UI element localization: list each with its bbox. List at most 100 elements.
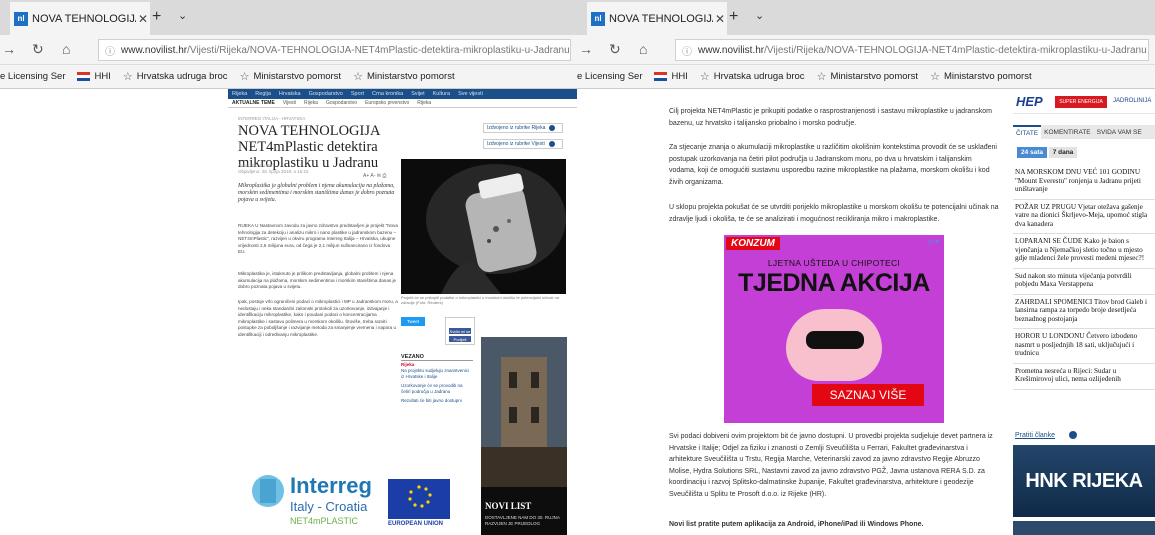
- bookmark-licensing[interactable]: e Licensing Ser: [577, 71, 642, 82]
- like-button[interactable]: Sviđa mi se: [449, 328, 471, 334]
- popular-item[interactable]: LOPARANI SE ČUDE Kako je baion s vjenčan…: [1013, 234, 1155, 269]
- home-icon[interactable]: ⌂: [62, 41, 70, 57]
- bookmark-hhi[interactable]: HHI: [654, 71, 688, 82]
- nav-item[interactable]: Sve vijesti: [458, 91, 483, 97]
- nav-item[interactable]: Hrvatska: [279, 91, 301, 97]
- nav-item[interactable]: Sport: [351, 91, 364, 97]
- konzum-advertisement[interactable]: KONZUM ▷✕ LJETNA UŠTEDA U CHIPOTECI TJED…: [724, 235, 944, 423]
- promo-desc: DOSTAVLJENE NAM DO 30. RUJNA RAZVIJEN JE…: [485, 515, 560, 526]
- tab-komentirate[interactable]: KOMENTIRATE: [1041, 125, 1093, 139]
- close-tab-icon[interactable]: ✕: [713, 12, 727, 26]
- close-tab-icon[interactable]: ✕: [136, 12, 150, 26]
- ad-subtitle: LJETNA UŠTEDA U CHIPOTECI: [767, 258, 901, 268]
- related-link[interactable]: Rezultati će biti javno dostupni: [401, 398, 473, 404]
- related-link[interactable]: Na projektu sudjeluju znanstvenici iz Hr…: [401, 368, 473, 380]
- ad-cta-button[interactable]: SAZNAJ VIŠE: [812, 384, 924, 406]
- novilist-favicon-icon: nl: [591, 11, 605, 26]
- browser-tab[interactable]: nl NOVA TEHNOLOGIJA N ✕: [10, 2, 150, 35]
- info-icon[interactable]: ⓘ: [105, 43, 115, 58]
- follow-articles-link[interactable]: Pratiti članke: [1015, 431, 1078, 439]
- star-icon: ☆: [122, 71, 133, 83]
- address-bar: → ↻ ⌂ ⓘ www.novilist.hr/Vijesti/Rijeka/N…: [0, 35, 577, 65]
- article-page-zoomed-in: Cilj projekta NET4mPlastic je prikupiti …: [577, 89, 1155, 535]
- article-meta: Autor: NOVI LIST Objavljeno: 28. lipnja …: [238, 163, 309, 175]
- popular-item[interactable]: NA MORSKOM DNU VEĆ 101 GODINU "Mount Eve…: [1013, 165, 1155, 200]
- bookmark-hhi[interactable]: HHI: [77, 71, 111, 82]
- topic-link[interactable]: Rijeka: [417, 100, 431, 106]
- featured-rijeka-link[interactable]: Izdvojeno iz rubrike Rijeka: [483, 123, 563, 133]
- jadrolinija-logo: JADROLINIJA: [1113, 98, 1152, 104]
- nav-item[interactable]: Regija: [255, 91, 271, 97]
- star-icon: ☆: [353, 71, 363, 83]
- popular-item[interactable]: ZAHRDALI SPOMENICI Titov brod Galeb i la…: [1013, 295, 1155, 329]
- bookmark-ministarstvo-1[interactable]: ☆ Ministarstvo pomorst: [817, 70, 919, 83]
- info-icon[interactable]: ⓘ: [682, 43, 692, 58]
- ad-brand-logo: KONZUM: [726, 237, 780, 250]
- tab-citate[interactable]: ČITATE: [1013, 125, 1042, 139]
- photo-caption: Projekt će se prikupiti podatke o mikrop…: [401, 295, 560, 305]
- filter-7-dana[interactable]: 7 dana: [1049, 147, 1077, 158]
- font-and-share-tools[interactable]: A+ A- ✉ ⎙: [363, 173, 386, 179]
- filter-24-sata[interactable]: 24 sata: [1017, 147, 1047, 158]
- chevron-down-icon[interactable]: ⌄: [178, 9, 187, 22]
- tab-title: NOVA TEHNOLOGIJA N: [32, 12, 136, 25]
- new-tab-icon[interactable]: +: [729, 8, 738, 26]
- popular-item[interactable]: Prometna nesreća u Rijeci: Sudar u Kreši…: [1013, 364, 1155, 390]
- article-paragraph: Za stjecanje znanja o akumulaciji mikrop…: [669, 144, 997, 186]
- browser-tab[interactable]: nl NOVA TEHNOLOGIJA N ✕: [587, 2, 727, 35]
- bookmark-ministarstvo-2[interactable]: ☆ Ministarstvo pomorst: [353, 70, 455, 83]
- adchoices-icon[interactable]: ▷✕: [929, 238, 940, 246]
- chevron-down-icon[interactable]: ⌄: [755, 9, 764, 22]
- url-input[interactable]: ⓘ www.novilist.hr/Vijesti/Rijeka/NOVA-TE…: [98, 39, 571, 61]
- popular-item[interactable]: Sud nakon sto minuta vijećanja potvrdili…: [1013, 269, 1155, 295]
- tweet-button[interactable]: Tweet: [401, 317, 425, 326]
- forward-icon[interactable]: →: [579, 41, 593, 57]
- nav-item[interactable]: Crna kronika: [372, 91, 403, 97]
- article-paragraph: RIJEKA U Nastavnom zavodu za javno zdrav…: [238, 223, 398, 254]
- hnk-rijeka-banner[interactable]: HNK RIJEKA: [1013, 445, 1155, 517]
- popular-item[interactable]: HOROR U LONDONU Četvero izbodeno nasmrt …: [1013, 329, 1155, 364]
- share-button[interactable]: Podijeli: [449, 336, 471, 342]
- bookmark-licensing[interactable]: e Licensing Ser: [0, 71, 65, 82]
- sunglasses-icon: [806, 331, 864, 349]
- page-viewport: Cilj projekta NET4mPlastic je prikupiti …: [577, 89, 1155, 535]
- tab-title: NOVA TEHNOLOGIJA N: [609, 12, 713, 25]
- nav-item[interactable]: Svijet: [411, 91, 424, 97]
- refresh-icon[interactable]: ↻: [609, 41, 621, 58]
- bookmark-hrvatska-udruga[interactable]: ☆ Hrvatska udruga broc: [700, 70, 805, 83]
- vial-illustration: [401, 159, 566, 294]
- article-paragraph: Ipak, postoje vrlo ograničeni podaci o m…: [238, 299, 398, 337]
- refresh-icon[interactable]: ↻: [32, 41, 44, 58]
- home-icon[interactable]: ⌂: [639, 41, 647, 57]
- forward-icon[interactable]: →: [2, 41, 16, 57]
- popular-item[interactable]: POŽAR UZ PRUGU Vjetar otežava gašenje va…: [1013, 200, 1155, 234]
- hep-banner[interactable]: HEP SUPER ENERGIJA JADROLINIJA: [1013, 91, 1155, 114]
- nav-item[interactable]: Kultura: [433, 91, 450, 97]
- new-tab-icon[interactable]: +: [152, 8, 161, 26]
- tab-svida-vam-se[interactable]: SVIDA VAM SE: [1094, 125, 1145, 139]
- bookmark-hrvatska-udruga[interactable]: ☆ Hrvatska udruga broc: [123, 70, 228, 83]
- nav-item[interactable]: Rijeka: [232, 91, 247, 97]
- related-link[interactable]: Uzorkovanje će se provoditi na četiri po…: [401, 383, 473, 395]
- topic-link[interactable]: Europsko prvenstvo: [365, 100, 409, 106]
- star-icon: ☆: [699, 71, 710, 83]
- article-lead: Mikroplastika je globalni problem i njen…: [238, 183, 395, 203]
- bookmark-ministarstvo-1[interactable]: ☆ Ministarstvo pomorst: [240, 70, 342, 83]
- nav-item[interactable]: Gospodarstvo: [309, 91, 343, 97]
- favorites-bar: e Licensing Ser HHI ☆ Hrvatska udruga bro…: [0, 65, 577, 89]
- sidebar-footer-bar: [1013, 521, 1155, 535]
- star-icon: ☆: [239, 71, 250, 83]
- novilist-promo[interactable]: NOVI LIST DOSTAVLJENE NAM DO 30. RUJNA R…: [481, 487, 567, 535]
- bookmark-ministarstvo-2[interactable]: ☆ Ministarstvo pomorst: [930, 70, 1032, 83]
- ad-headline: TJEDNA AKCIJA: [738, 269, 930, 297]
- topic-link[interactable]: Vijesti: [283, 100, 296, 106]
- topics-nav: AKTUALNE TEME Vijesti Rijeka Gospodarstv…: [228, 99, 577, 108]
- featured-vijesti-link[interactable]: Izdvojeno iz rubrike Vijesti: [483, 139, 563, 149]
- topic-link[interactable]: Rijeka: [304, 100, 318, 106]
- article-photo-microplastic-vial[interactable]: [401, 159, 566, 294]
- side-photo-tower[interactable]: [481, 337, 567, 487]
- url-host: www.novilist.hr: [698, 44, 765, 56]
- topic-link[interactable]: Gospodarstvo: [326, 100, 357, 106]
- hep-logo: HEP: [1016, 94, 1043, 109]
- url-input[interactable]: ⓘ www.novilist.hr/Vijesti/Rijeka/NOVA-TE…: [675, 39, 1149, 61]
